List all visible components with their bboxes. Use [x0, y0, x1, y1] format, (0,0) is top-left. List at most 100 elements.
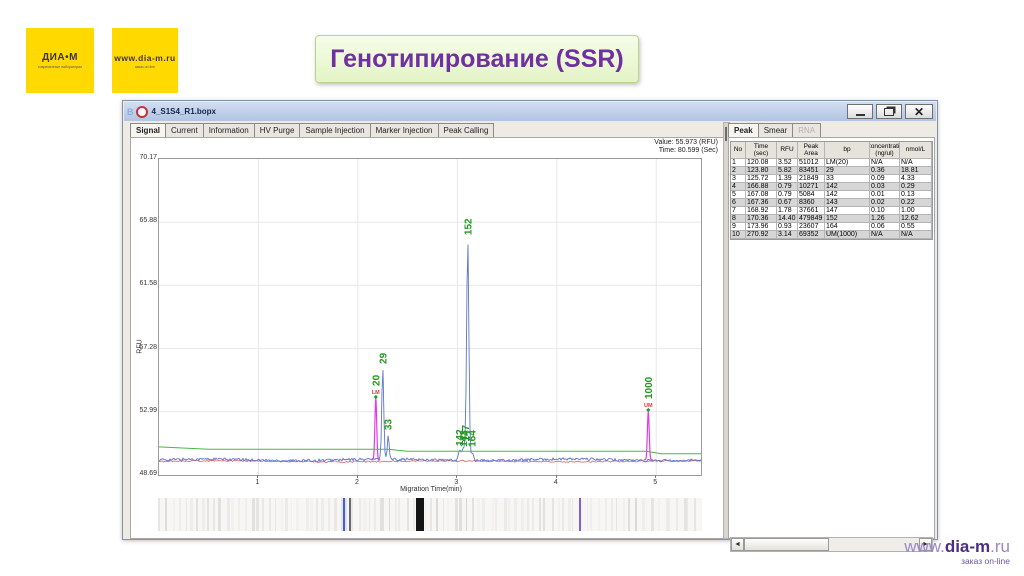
- table-cell: 142: [825, 191, 870, 199]
- tab-peak[interactable]: Peak: [728, 123, 759, 137]
- footer-tagline: заказ on-line: [904, 557, 1010, 566]
- table-cell: 0.55: [900, 223, 932, 231]
- y-tick-label: 70.17: [131, 154, 157, 161]
- table-cell: LM(20): [825, 159, 870, 167]
- column-header: Time(sec): [746, 142, 777, 159]
- table-cell: 0.03: [870, 183, 900, 191]
- table-cell: 0.36: [870, 167, 900, 175]
- table-cell: 3: [731, 175, 746, 183]
- table-cell: 18.81: [900, 167, 932, 175]
- table-cell: 6: [731, 199, 746, 207]
- gel-texture: [321, 498, 324, 531]
- gel-texture: [359, 498, 361, 531]
- gel-texture: [558, 498, 560, 531]
- slide: { "slide": { "title": "Генотипирование (…: [0, 0, 1024, 576]
- footer-url: www.dia-m.ru заказ on-line: [904, 538, 1010, 566]
- gel-texture: [425, 498, 426, 531]
- tab-hv-purge[interactable]: HV Purge: [254, 123, 301, 137]
- table-row[interactable]: 6167.360.6783601430.020.22: [731, 199, 932, 207]
- x-tick-mark: [655, 475, 656, 478]
- marker-type-label: LM: [372, 390, 380, 396]
- gel-texture: [262, 498, 264, 531]
- window-titlebar[interactable]: B 4_S1S4_R1.bopx ✕: [124, 102, 936, 121]
- tab-information[interactable]: Information: [203, 123, 255, 137]
- table-cell: N/A: [870, 231, 900, 239]
- table-row[interactable]: 7168.921.78376611470.101.00: [731, 207, 932, 215]
- table-cell: 8360: [798, 199, 825, 207]
- table-cell: 14.40: [777, 215, 798, 223]
- table-row[interactable]: 1120.083.5251012LM(20)N/AN/A: [731, 159, 932, 167]
- gel-texture: [552, 498, 554, 531]
- y-tick-label: 52.99: [131, 407, 157, 414]
- scroll-left-arrow-icon[interactable]: ◄: [731, 538, 744, 551]
- table-cell: 479849: [798, 215, 825, 223]
- plot-canvas[interactable]: 2933142143147152164LM20UM1000: [158, 158, 702, 476]
- gel-texture: [413, 498, 415, 531]
- gel-texture: [668, 498, 670, 531]
- table-cell: 7: [731, 207, 746, 215]
- tab-sample-injection[interactable]: Sample Injection: [299, 123, 370, 137]
- tab-rna[interactable]: RNA: [792, 123, 821, 137]
- table-cell: 0.67: [777, 199, 798, 207]
- x-tick-mark: [556, 475, 557, 478]
- table-cell: 5: [731, 191, 746, 199]
- peak-table: NoTime(sec)RFUPeakAreabpConcentratio(ng/…: [730, 141, 933, 240]
- gel-texture: [492, 498, 494, 531]
- minimize-button[interactable]: [847, 104, 873, 119]
- table-row[interactable]: 9173.960.93236071640.060.55: [731, 223, 932, 231]
- gel-texture: [227, 498, 230, 531]
- table-cell: 167.08: [746, 191, 777, 199]
- table-cell: 164: [825, 223, 870, 231]
- column-header: No: [731, 142, 746, 159]
- table-cell: 173.96: [746, 223, 777, 231]
- peak-size-label: 20: [371, 374, 382, 386]
- table-cell: 1: [731, 159, 746, 167]
- signal-chart-panel: Value: 55.973 (RFU) Time: 80.599 (Sec) R…: [130, 137, 725, 539]
- application-window: B 4_S1S4_R1.bopx ✕ SignalCurrentInformat…: [122, 100, 938, 540]
- peak-size-label: 164: [468, 430, 479, 447]
- table-row[interactable]: 2123.805.8283451290.3618.81: [731, 167, 932, 175]
- gel-texture: [455, 498, 458, 531]
- table-row[interactable]: 5167.080.7950841420.010.13: [731, 191, 932, 199]
- table-cell: 1.78: [777, 207, 798, 215]
- table-row[interactable]: 3125.721.3921849330.094.33: [731, 175, 932, 183]
- table-cell: UM(1000): [825, 231, 870, 239]
- column-header: PeakArea: [798, 142, 825, 159]
- table-row[interactable]: 10270.923.1469352UM(1000)N/AN/A: [731, 231, 932, 239]
- tab-peak-calling[interactable]: Peak Calling: [438, 123, 495, 137]
- gel-texture: [443, 498, 444, 531]
- gel-texture: [504, 498, 507, 531]
- close-icon: ✕: [914, 105, 924, 119]
- tab-smear[interactable]: Smear: [758, 123, 794, 137]
- restore-button[interactable]: [876, 104, 902, 119]
- table-cell: 29: [825, 167, 870, 175]
- tab-marker-injection[interactable]: Marker Injection: [370, 123, 439, 137]
- gel-texture: [369, 498, 370, 531]
- table-cell: 0.29: [900, 183, 932, 191]
- table-row[interactable]: 4166.880.79102711420.030.29: [731, 183, 932, 191]
- table-row[interactable]: 8170.3614.404798491521.2612.62: [731, 215, 932, 223]
- cursor-readout: Value: 55.973 (RFU) Time: 80.599 (Sec): [654, 139, 718, 155]
- gel-texture: [238, 498, 241, 531]
- table-cell: 0.01: [870, 191, 900, 199]
- table-cell: 1.26: [870, 215, 900, 223]
- gel-texture: [374, 498, 376, 531]
- gel-texture: [658, 498, 660, 531]
- table-cell: N/A: [900, 231, 932, 239]
- gel-texture: [334, 498, 337, 531]
- gel-texture: [646, 498, 648, 531]
- gel-texture: [202, 498, 205, 531]
- table-cell: 0.93: [777, 223, 798, 231]
- close-button[interactable]: ✕: [905, 104, 933, 119]
- tab-current[interactable]: Current: [165, 123, 204, 137]
- electropherogram-plot[interactable]: 2933142143147152164LM20UM1000: [158, 158, 700, 474]
- horizontal-scrollbar[interactable]: ◄ ►: [730, 537, 933, 552]
- gel-texture: [521, 498, 524, 531]
- gel-texture: [316, 498, 318, 531]
- table-cell: 2: [731, 167, 746, 175]
- scrollbar-thumb[interactable]: [744, 538, 829, 551]
- gel-texture: [623, 498, 625, 531]
- gel-texture: [213, 498, 215, 531]
- tab-signal[interactable]: Signal: [130, 123, 166, 137]
- gel-texture: [635, 498, 637, 531]
